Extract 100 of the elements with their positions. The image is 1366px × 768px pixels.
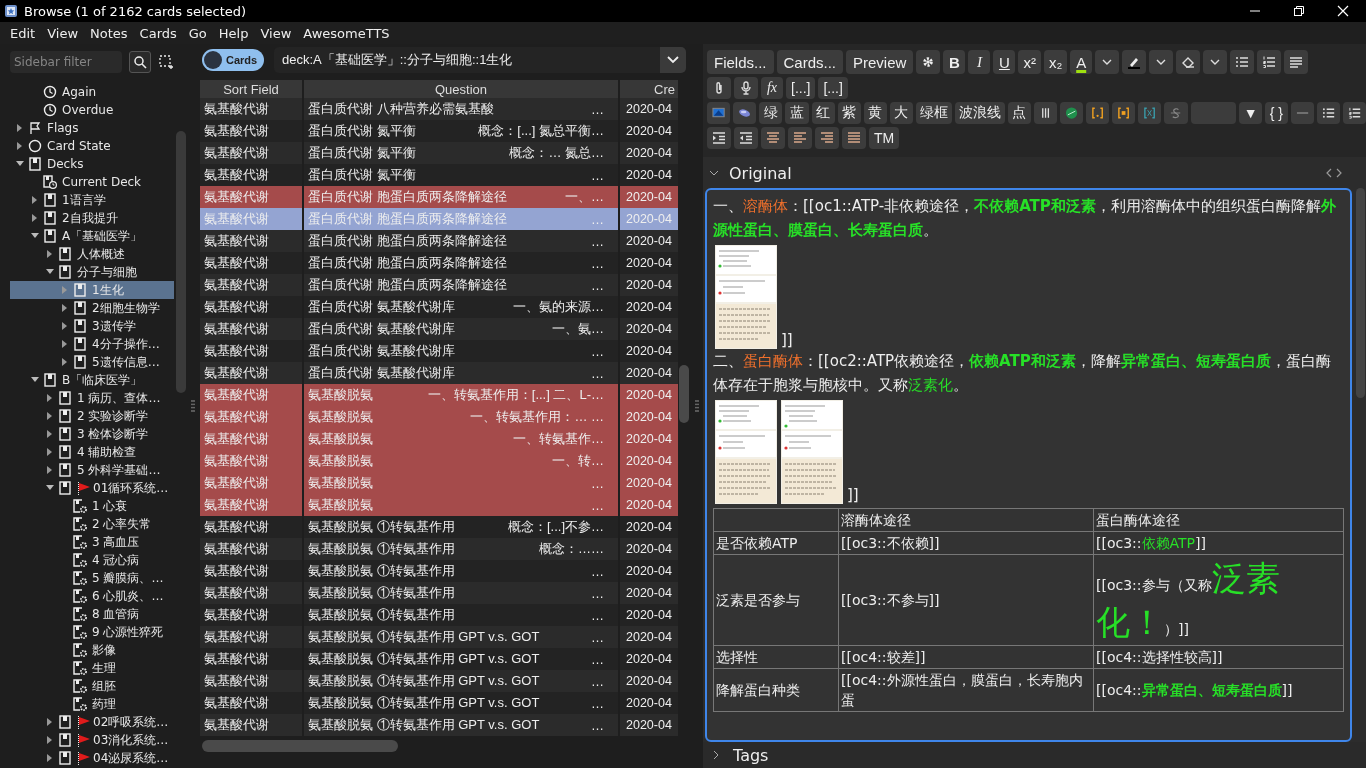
expand-arrow-icon[interactable] (47, 394, 53, 402)
collapse-arrow-icon[interactable] (16, 161, 24, 167)
splitter-handle[interactable] (694, 400, 699, 412)
sidebar-item[interactable]: 1 病历、查体… (10, 389, 174, 407)
toolbar-button[interactable]: I (968, 50, 991, 74)
align-right-button[interactable] (815, 127, 839, 149)
sidebar-item[interactable]: Card State (10, 137, 174, 155)
sidebar-item[interactable]: 2 实验诊断学 (10, 407, 174, 425)
gear-button[interactable] (916, 50, 941, 74)
expand-arrow-icon[interactable] (32, 196, 38, 204)
sidebar-item[interactable]: 04泌尿系统… (10, 749, 174, 767)
sidebar-item[interactable]: 2 心率失常 (10, 515, 174, 533)
splitter-handle[interactable] (191, 400, 195, 412)
search-button[interactable] (129, 51, 151, 73)
sidebar-item[interactable]: 6 心肌炎、… (10, 587, 174, 605)
toolbar-button[interactable]: x² (1018, 50, 1041, 74)
expand-arrow-icon[interactable] (17, 124, 23, 132)
bracket-button[interactable] (1086, 102, 1110, 124)
scrollbar[interactable] (176, 131, 186, 393)
toolbar-button[interactable]: 波浪线 (955, 102, 1005, 124)
scrollbar[interactable] (202, 740, 398, 752)
expand-arrow-icon[interactable] (62, 340, 68, 348)
bullet-list-button[interactable] (1230, 50, 1255, 74)
toolbar-button[interactable]: [...] (818, 77, 848, 99)
expand-arrow-icon[interactable] (47, 448, 53, 456)
sidebar-item[interactable]: 3 高血压 (10, 533, 174, 551)
menu-item[interactable]: View (41, 25, 85, 41)
sidebar-item[interactable]: 5 瓣膜病、… (10, 569, 174, 587)
sidebar-item[interactable]: 2自我提升 (10, 209, 174, 227)
bracket-button[interactable] (1138, 102, 1162, 124)
toolbar-button[interactable]: Fields... (707, 50, 774, 74)
menu-item[interactable]: Help (212, 25, 255, 41)
toolbar-button[interactable]: 蓝 (785, 102, 809, 124)
collapse-arrow-icon[interactable] (46, 485, 54, 491)
bullet-list-button[interactable] (1316, 102, 1340, 124)
expand-arrow-icon[interactable] (62, 304, 68, 312)
scrollbar[interactable] (679, 365, 689, 423)
toolbar-button[interactable]: 大 (889, 102, 913, 124)
sidebar-item[interactable]: 生理 (10, 659, 174, 677)
collapse-arrow-icon[interactable] (31, 377, 39, 383)
sidebar-item[interactable]: 5遗传信息… (10, 353, 174, 371)
toolbar-button[interactable]: fx (761, 77, 783, 99)
circle-button[interactable] (1059, 102, 1083, 124)
align-center-button[interactable] (761, 127, 785, 149)
sidebar-item[interactable]: 01循环系统… (10, 479, 174, 497)
expand-arrow-icon[interactable] (47, 754, 53, 762)
sidebar-item[interactable]: 影像 (10, 641, 174, 659)
column-header[interactable]: Question (304, 80, 618, 98)
collapse-arrow-icon[interactable] (46, 269, 54, 275)
sidebar-item[interactable]: B「临床医学」 (10, 371, 174, 389)
sidebar-item[interactable]: 2细胞生物学 (10, 299, 174, 317)
column-header[interactable]: Cre (620, 80, 678, 98)
close-icon[interactable] (1336, 4, 1350, 18)
toolbar-button[interactable]: 紫 (837, 102, 861, 124)
dropdown-button[interactable] (660, 47, 686, 73)
html-editor-icon[interactable] (1326, 168, 1342, 178)
bracket-button[interactable] (1112, 102, 1136, 124)
sidebar-item[interactable]: Current Deck (10, 173, 174, 191)
numbered-list-button[interactable] (1342, 102, 1366, 124)
sidebar-item[interactable]: 1生化 (10, 281, 174, 299)
toolbar-button[interactable]: [...] (786, 77, 816, 99)
column-header[interactable]: Sort Field (200, 80, 302, 98)
pill-button[interactable] (733, 102, 757, 124)
expand-arrow-icon[interactable] (32, 214, 38, 222)
mode-toggle[interactable]: Cards (202, 49, 264, 71)
toolbar-button[interactable]: ▼ (1239, 102, 1263, 124)
vertical-lines-button[interactable] (1033, 102, 1057, 124)
expand-arrow-icon[interactable] (62, 322, 68, 330)
align-button[interactable] (1284, 50, 1309, 74)
justify-button[interactable] (842, 127, 866, 149)
menu-item[interactable]: Notes (84, 25, 134, 41)
highlighter-button[interactable] (1122, 50, 1147, 74)
sidebar-item[interactable]: Flags (10, 119, 174, 137)
indent-button[interactable] (707, 127, 731, 149)
sidebar-item[interactable]: 4分子操作… (10, 335, 174, 353)
caret-button[interactable] (1203, 50, 1228, 74)
toolbar-button[interactable]: 黄 (863, 102, 887, 124)
sidebar-item[interactable]: A「基础医学」 (10, 227, 174, 245)
sidebar-item[interactable]: 组胚 (10, 677, 174, 695)
sidebar-item[interactable]: Overdue (10, 101, 174, 119)
toolbar-button[interactable]: U (993, 50, 1016, 74)
numbered-list-button[interactable] (1257, 50, 1282, 74)
restore-icon[interactable] (1292, 4, 1306, 18)
sidebar-item[interactable]: 5 外科学基础… (10, 461, 174, 479)
expand-arrow-icon[interactable] (47, 430, 53, 438)
sidebar-item[interactable]: 02呼吸系统… (10, 713, 174, 731)
expand-arrow-icon[interactable] (47, 412, 53, 420)
selection-icon[interactable] (158, 54, 174, 70)
sidebar-item[interactable]: 9 心源性猝死 (10, 623, 174, 641)
sidebar-item[interactable]: 药理 (10, 695, 174, 713)
expand-arrow-icon[interactable] (62, 358, 68, 366)
toolbar-button[interactable]: { } (1265, 102, 1288, 124)
scrollbar[interactable] (1356, 188, 1365, 398)
sidebar-item[interactable]: Again (10, 83, 174, 101)
toolbar-button[interactable]: 绿 (759, 102, 783, 124)
sidebar-item[interactable]: Decks (10, 155, 174, 173)
sidebar-item[interactable]: 8 血管病 (10, 605, 174, 623)
align-left-button[interactable] (788, 127, 812, 149)
sidebar-filter-field[interactable]: Sidebar filter (10, 51, 122, 73)
toolbar-button[interactable]: Preview (846, 50, 914, 74)
